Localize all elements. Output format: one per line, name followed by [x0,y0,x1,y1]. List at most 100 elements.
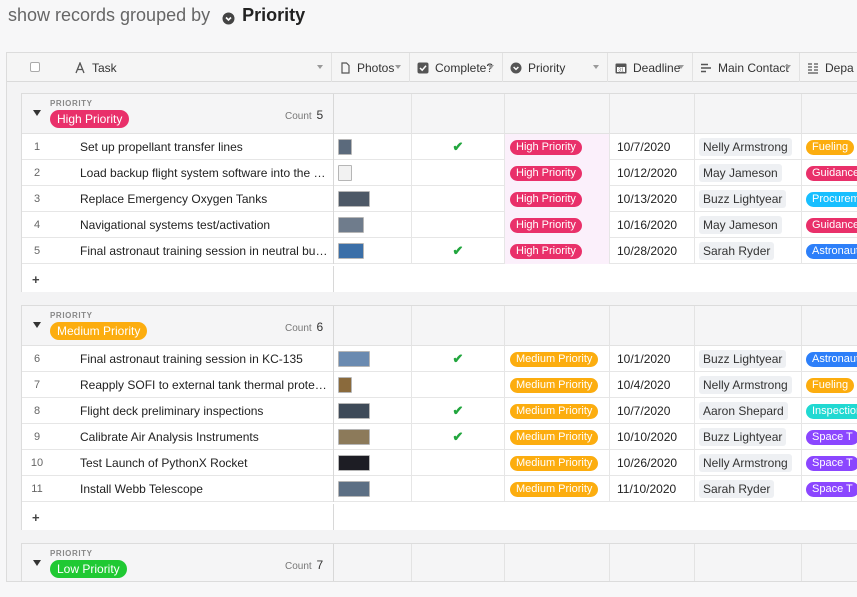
photo-thumbnail[interactable] [338,165,352,181]
plus-icon[interactable]: + [32,272,40,287]
complete-cell[interactable]: ✔ [411,424,504,450]
photo-thumbnail[interactable] [338,455,370,471]
photo-thumbnail[interactable] [338,351,370,367]
task-cell[interactable]: Final astronaut training session in neut… [80,238,333,264]
priority-cell[interactable]: Medium Priority [504,450,609,476]
complete-cell[interactable]: ✔ [411,398,504,424]
complete-cell[interactable] [411,160,504,186]
priority-cell[interactable]: Medium Priority [504,424,609,450]
column-header-contact[interactable]: Main Contact [693,53,800,82]
table-row[interactable]: 7 Reapply SOFI to external tank thermal p… [22,372,857,398]
select-all-checkbox[interactable] [30,62,40,72]
add-record-row[interactable]: + [22,266,857,292]
collapse-group-icon[interactable] [33,560,41,566]
collapse-group-icon[interactable] [33,110,41,116]
deadline-cell[interactable]: 11/10/2020 [609,476,694,502]
photo-thumbnail[interactable] [338,377,352,393]
department-cell[interactable]: Fueling [801,134,857,160]
chevron-down-icon[interactable] [678,65,684,69]
contact-chip[interactable]: Sarah Ryder [699,242,775,260]
department-cell[interactable]: Astronaut [801,238,857,264]
contact-chip[interactable]: Aaron Shepard [699,402,788,420]
table-row[interactable]: 6 Final astronaut training session in KC-… [22,346,857,372]
checkmark-icon[interactable]: ✔ [453,243,464,259]
photos-cell[interactable] [333,450,411,476]
column-header-complete[interactable]: Complete? [410,53,503,82]
task-cell[interactable]: Navigational systems test/activation [80,212,333,238]
contact-chip[interactable]: Buzz Lightyear [699,428,787,446]
column-header-dept[interactable]: Depa [800,53,857,82]
complete-cell[interactable] [411,186,504,212]
complete-cell[interactable]: ✔ [411,238,504,264]
department-cell[interactable]: Inspection [801,398,857,424]
contact-cell[interactable]: Buzz Lightyear [694,346,801,372]
photo-thumbnail[interactable] [338,139,352,155]
contact-chip[interactable]: Sarah Ryder [699,480,775,498]
deadline-cell[interactable]: 10/7/2020 [609,398,694,424]
contact-cell[interactable]: Sarah Ryder [694,238,801,264]
department-cell[interactable]: Guidance [801,212,857,238]
complete-cell[interactable] [411,372,504,398]
complete-cell[interactable] [411,450,504,476]
group-by-field[interactable]: Priority [242,5,305,26]
photos-cell[interactable] [333,160,411,186]
task-cell[interactable]: Test Launch of PythonX Rocket [80,450,333,476]
add-record-row[interactable]: + [22,504,857,530]
table-row[interactable]: 10 Test Launch of PythonX Rocket Medium Pr… [22,450,857,476]
column-header-priority[interactable]: Priority [503,53,608,82]
department-cell[interactable]: Space T [801,424,857,450]
photo-thumbnail[interactable] [338,429,370,445]
priority-cell[interactable]: High Priority [504,238,609,264]
department-cell[interactable]: Astronaut [801,346,857,372]
table-row[interactable]: 11 Install Webb Telescope Medium Priority 1… [22,476,857,502]
contact-cell[interactable]: Nelly Armstrong [694,134,801,160]
photos-cell[interactable] [333,476,411,502]
priority-cell[interactable]: High Priority [504,160,609,186]
table-row[interactable]: 3 Replace Emergency Oxygen Tanks High Prio… [22,186,857,212]
contact-chip[interactable]: May Jameson [699,164,782,182]
contact-cell[interactable]: Buzz Lightyear [694,186,801,212]
photos-cell[interactable] [333,398,411,424]
deadline-cell[interactable]: 10/12/2020 [609,160,694,186]
deadline-cell[interactable]: 10/1/2020 [609,346,694,372]
contact-chip[interactable]: Nelly Armstrong [699,376,792,394]
complete-cell[interactable]: ✔ [411,134,504,160]
contact-cell[interactable]: May Jameson [694,212,801,238]
contact-cell[interactable]: May Jameson [694,160,801,186]
photo-thumbnail[interactable] [338,217,364,233]
collapse-group-icon[interactable] [33,322,41,328]
contact-cell[interactable]: Sarah Ryder [694,476,801,502]
photos-cell[interactable] [333,212,411,238]
contact-chip[interactable]: May Jameson [699,216,782,234]
deadline-cell[interactable]: 10/10/2020 [609,424,694,450]
table-row[interactable]: 8 Flight deck preliminary inspections ✔ Med… [22,398,857,424]
table-row[interactable]: 5 Final astronaut training session in neu… [22,238,857,264]
priority-cell[interactable]: High Priority [504,212,609,238]
complete-cell[interactable] [411,212,504,238]
chevron-down-icon[interactable] [593,65,599,69]
column-header-photos[interactable]: Photos [332,53,410,82]
deadline-cell[interactable]: 10/28/2020 [609,238,694,264]
deadline-cell[interactable]: 10/16/2020 [609,212,694,238]
group-header[interactable]: PRIORITY High Priority Count 5 [22,94,857,134]
photos-cell[interactable] [333,134,411,160]
table-row[interactable]: 2 Load backup flight system software into… [22,160,857,186]
photos-cell[interactable] [333,186,411,212]
photos-cell[interactable] [333,372,411,398]
contact-cell[interactable]: Nelly Armstrong [694,450,801,476]
complete-cell[interactable]: ✔ [411,346,504,372]
plus-icon[interactable]: + [32,510,40,525]
priority-cell[interactable]: Medium Priority [504,398,609,424]
photos-cell[interactable] [333,424,411,450]
task-cell[interactable]: Final astronaut training session in KC-1… [80,346,333,372]
chevron-down-icon[interactable] [317,65,323,69]
contact-chip[interactable]: Nelly Armstrong [699,138,792,156]
task-cell[interactable]: Flight deck preliminary inspections [80,398,333,424]
priority-cell[interactable]: Medium Priority [504,372,609,398]
chevron-down-icon[interactable] [395,65,401,69]
photos-cell[interactable] [333,346,411,372]
photo-thumbnail[interactable] [338,243,364,259]
task-cell[interactable]: Install Webb Telescope [80,476,333,502]
contact-chip[interactable]: Buzz Lightyear [699,190,787,208]
checkmark-icon[interactable]: ✔ [453,429,464,445]
